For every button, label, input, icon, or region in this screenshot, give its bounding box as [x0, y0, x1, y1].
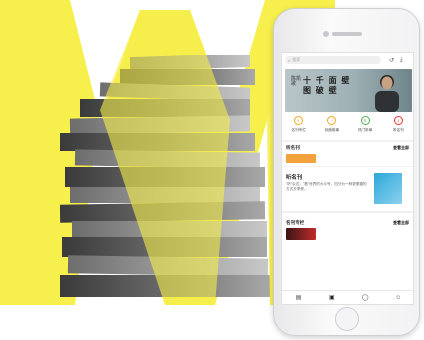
tab-message[interactable]: ◯	[357, 294, 373, 301]
speaker-slot	[332, 32, 362, 36]
phone-mockup: ⌕ 搜索 ↺ ⤓ 陈凯歌 十 千 面 壁 图 破 壁 ◐ 名刊专栏 ◔ 封面故事…	[273, 8, 420, 336]
top-bar: ⌕ 搜索 ↺ ⤓	[282, 53, 413, 67]
see-all-link[interactable]: 查看全部	[393, 145, 409, 151]
banner-headline: 十 千 面 壁 图 破 壁	[303, 75, 350, 95]
banner-headline-2: 图 破 壁	[303, 85, 338, 95]
quick-entry-listen[interactable]: ♪ 听名刊	[384, 116, 412, 133]
book-icon: ▤	[295, 295, 302, 301]
quick-entry-label: 名刊专栏	[291, 128, 306, 132]
item-thumbnail	[286, 227, 316, 240]
magazine-icon: ▣	[329, 295, 335, 301]
section-title-listen: 听名刊	[286, 145, 300, 150]
search-icon: ⌕	[288, 57, 291, 63]
tab-profile[interactable]: ☺	[390, 295, 406, 301]
listen-list-item[interactable]: 听名刊 听名刊 · 听… 名刊…	[286, 154, 411, 163]
promo-canvas: ⌕ 搜索 ↺ ⤓ 陈凯歌 十 千 面 壁 图 破 壁 ◐ 名刊专栏 ◔ 封面故事…	[0, 0, 424, 340]
column-list-item[interactable]: 看杂志 看杂志	[286, 227, 411, 240]
banner-portrait	[375, 75, 399, 112]
cover-story-icon: ◔	[327, 116, 337, 125]
banner-vertical-text: 陈凯歌	[291, 76, 302, 87]
divider	[282, 211, 413, 213]
banner-headline-1: 十 千 面 壁	[303, 75, 351, 85]
item-thumbnail	[286, 154, 316, 163]
user-icon: ☺	[395, 294, 402, 301]
see-all-link[interactable]: 查看全部	[393, 220, 409, 226]
search-placeholder: 搜索	[292, 57, 301, 62]
divider	[282, 166, 413, 167]
bottom-tab-bar: ▤ ▣ ◯ ☺	[282, 290, 413, 304]
listen-icon: ♪	[393, 116, 403, 125]
camera-dot	[323, 31, 329, 37]
block-title-listen: 听名刊	[286, 175, 303, 181]
quick-entry-label: 听名刊	[392, 128, 404, 132]
app-screen: ⌕ 搜索 ↺ ⤓ 陈凯歌 十 千 面 壁 图 破 壁 ◐ 名刊专栏 ◔ 封面故事…	[281, 52, 414, 305]
home-button[interactable]	[335, 307, 359, 331]
search-input[interactable]: ⌕ 搜索	[285, 56, 381, 64]
quick-entry-label: 热门听单	[357, 128, 373, 132]
download-icon[interactable]: ⤓	[400, 57, 403, 64]
hero-banner[interactable]: 陈凯歌 十 千 面 壁 图 破 壁	[285, 69, 412, 112]
tab-magazine[interactable]: ▣	[324, 294, 340, 301]
chat-icon: ◯	[361, 295, 369, 301]
quick-entry-playlist[interactable]: ≡ 热门听单	[351, 116, 379, 133]
quick-entry-columns[interactable]: ◐ 名刊专栏	[285, 116, 313, 133]
tab-library[interactable]: ▤	[291, 294, 307, 301]
column-icon: ◐	[294, 116, 304, 125]
quick-entry-label: 封面故事	[324, 128, 340, 132]
block-description: "听"杂志，"看"世界的大众号，四分为一种更便捷的方式去享受。	[286, 182, 367, 191]
divider	[282, 140, 413, 142]
playlist-icon: ≡	[360, 116, 370, 125]
quick-entries: ◐ 名刊专栏 ◔ 封面故事 ≡ 热门听单 ♪ 听名刊	[282, 114, 413, 140]
section-title-columns: 名刊专栏	[286, 220, 305, 225]
history-icon[interactable]: ↺	[389, 57, 394, 64]
magazine-cover[interactable]	[374, 173, 402, 204]
header-actions: ↺ ⤓	[389, 57, 403, 64]
quick-entry-cover-story[interactable]: ◔ 封面故事	[318, 116, 346, 133]
